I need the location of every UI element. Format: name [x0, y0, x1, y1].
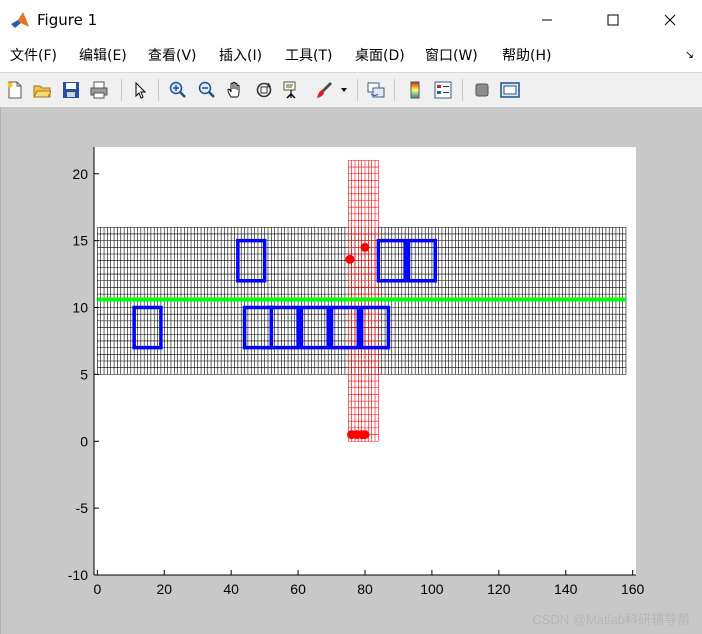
window-left-border — [0, 107, 1, 634]
save-icon[interactable] — [59, 78, 83, 102]
red-point — [360, 430, 370, 440]
maximize-icon — [607, 11, 619, 30]
hide-plot-tools-icon[interactable] — [470, 78, 494, 102]
figure-canvas: 0 20 40 60 80 100 120 140 160 -10 -5 0 5 10 15 20 CSDN… — [0, 107, 702, 634]
y-tick-label: 15 — [72, 233, 88, 249]
window-title: Figure 1 — [37, 11, 98, 29]
legend-icon[interactable] — [431, 78, 455, 102]
minimize-icon — [541, 11, 553, 30]
colorbar-icon[interactable] — [403, 78, 427, 102]
red-point — [360, 242, 370, 252]
zoom-out-icon[interactable] — [195, 78, 219, 102]
rotate-3d-icon[interactable] — [252, 78, 276, 102]
zoom-in-icon[interactable] — [166, 78, 190, 102]
minimize-button[interactable] — [524, 0, 570, 40]
brush-icon[interactable] — [312, 78, 336, 102]
show-plot-tools-icon[interactable] — [498, 78, 522, 102]
y-tick-label: 5 — [80, 366, 88, 382]
menu-insert[interactable]: 插入(I) — [219, 46, 262, 66]
select-arrow-icon[interactable] — [128, 78, 152, 102]
toolbar-separator — [357, 79, 358, 101]
figure-toolbar — [0, 72, 702, 107]
x-tick-label: 0 — [93, 581, 101, 597]
y-tick-label: -5 — [76, 500, 89, 516]
x-tick-label: 160 — [621, 581, 645, 597]
y-tick-label: 0 — [80, 433, 88, 449]
new-figure-icon[interactable] — [3, 78, 27, 102]
window-titlebar: Figure 1 — [0, 0, 702, 40]
x-tick-label: 60 — [290, 581, 306, 597]
menu-file[interactable]: 文件(F) — [10, 46, 57, 66]
watermark: CSDN @Matlab科研辅导帮 — [532, 612, 690, 627]
menu-bar: 文件(F) 编辑(E) 查看(V) 插入(I) 工具(T) 桌面(D) 窗口(W… — [0, 42, 702, 70]
x-tick-label: 100 — [420, 581, 444, 597]
y-tick-label: 20 — [72, 166, 88, 182]
toolbar-separator — [462, 79, 463, 101]
dock-arrow-icon[interactable]: ↘ — [685, 48, 694, 61]
plot-svg: 0 20 40 60 80 100 120 140 160 -10 -5 0 5 10 15 20 — [68, 147, 645, 597]
menu-window[interactable]: 窗口(W) — [425, 46, 478, 66]
red-point — [345, 254, 355, 264]
menu-tools[interactable]: 工具(T) — [285, 46, 332, 66]
y-tick-label: 10 — [72, 300, 88, 316]
data-cursor-icon[interactable] — [280, 78, 304, 102]
close-button[interactable] — [647, 0, 693, 40]
matlab-logo-icon — [10, 10, 30, 30]
close-icon — [664, 11, 676, 30]
pan-hand-icon[interactable] — [223, 78, 247, 102]
x-tick-label: 120 — [487, 581, 511, 597]
menu-view[interactable]: 查看(V) — [148, 46, 197, 66]
maximize-button[interactable] — [590, 0, 636, 40]
brush-dropdown-icon[interactable] — [337, 78, 351, 102]
menu-edit[interactable]: 编辑(E) — [79, 46, 127, 66]
x-tick-label: 80 — [357, 581, 373, 597]
x-tick-label: 20 — [156, 581, 172, 597]
link-plot-icon[interactable] — [364, 78, 388, 102]
toolbar-separator — [121, 79, 122, 101]
x-tick-label: 40 — [223, 581, 239, 597]
menu-desktop[interactable]: 桌面(D) — [355, 46, 405, 66]
toolbar-separator — [394, 79, 395, 101]
x-tick-label: 140 — [554, 581, 578, 597]
toolbar-separator — [158, 79, 159, 101]
y-tick-label: -10 — [68, 567, 88, 583]
open-file-icon[interactable] — [30, 78, 54, 102]
menu-help[interactable]: 帮助(H) — [502, 46, 551, 66]
print-icon[interactable] — [87, 78, 111, 102]
